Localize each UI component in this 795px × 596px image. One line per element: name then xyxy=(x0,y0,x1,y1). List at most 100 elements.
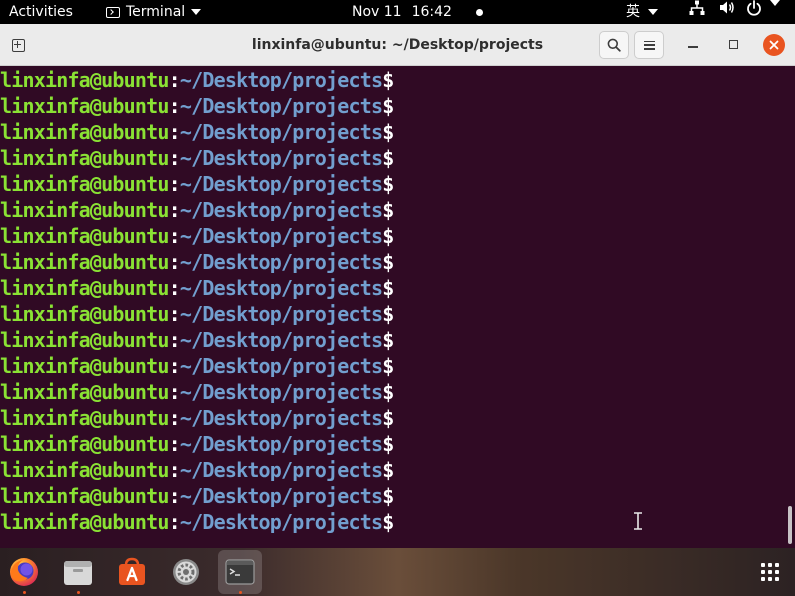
dock-firefox[interactable] xyxy=(2,550,46,594)
prompt-separator: : xyxy=(168,510,181,534)
prompt-separator: : xyxy=(168,302,181,326)
prompt-separator: : xyxy=(168,380,181,404)
input-method-menu[interactable]: 英 xyxy=(626,0,658,24)
terminal-line: linxinfa@ubuntu:~/Desktop/projects$ xyxy=(0,457,394,483)
running-indicator xyxy=(23,591,26,594)
prompt-path: ~/Desktop/projects xyxy=(179,172,383,196)
prompt-path: ~/Desktop/projects xyxy=(179,354,383,378)
maximize-button[interactable] xyxy=(729,40,738,49)
prompt-separator: : xyxy=(168,68,181,92)
software-icon xyxy=(119,557,145,585)
prompt-symbol: $ xyxy=(382,276,394,300)
minimize-button[interactable] xyxy=(688,46,698,48)
prompt-user: linxinfa@ubuntu xyxy=(0,172,169,196)
prompt-symbol: $ xyxy=(382,146,394,170)
prompt-user: linxinfa@ubuntu xyxy=(0,146,169,170)
prompt-symbol: $ xyxy=(382,432,394,456)
prompt-separator: : xyxy=(168,484,181,508)
prompt-separator: : xyxy=(168,406,181,430)
dock-files[interactable] xyxy=(56,550,100,594)
prompt-symbol: $ xyxy=(382,484,394,508)
prompt-symbol: $ xyxy=(382,172,394,196)
prompt-separator: : xyxy=(168,432,181,456)
terminal-icon xyxy=(106,6,120,18)
dock-terminal[interactable] xyxy=(218,550,262,594)
prompt-user: linxinfa@ubuntu xyxy=(0,510,169,534)
prompt-separator: : xyxy=(168,120,181,144)
terminal-line: linxinfa@ubuntu:~/Desktop/projects$ xyxy=(0,353,394,379)
terminal-headerbar: linxinfa@ubuntu: ~/Desktop/projects xyxy=(0,24,795,66)
prompt-symbol: $ xyxy=(382,120,394,144)
prompt-separator: : xyxy=(168,224,181,248)
prompt-symbol: $ xyxy=(382,302,394,326)
prompt-user: linxinfa@ubuntu xyxy=(0,432,169,456)
prompt-user: linxinfa@ubuntu xyxy=(0,328,169,352)
prompt-symbol: $ xyxy=(382,94,394,118)
running-indicator xyxy=(77,591,80,594)
chevron-down-icon xyxy=(648,9,658,15)
terminal-line: linxinfa@ubuntu:~/Desktop/projects$ xyxy=(0,93,394,119)
prompt-separator: : xyxy=(168,250,181,274)
terminal-line: linxinfa@ubuntu:~/Desktop/projects$ xyxy=(0,197,394,223)
prompt-path: ~/Desktop/projects xyxy=(179,250,383,274)
prompt-symbol: $ xyxy=(382,224,394,248)
prompt-symbol: $ xyxy=(382,198,394,222)
chevron-down-icon[interactable] xyxy=(770,0,780,6)
new-tab-button[interactable] xyxy=(4,32,32,58)
terminal-icon xyxy=(225,559,255,585)
prompt-user: linxinfa@ubuntu xyxy=(0,224,169,248)
prompt-symbol: $ xyxy=(382,406,394,430)
firefox-icon xyxy=(10,558,38,586)
dock-software[interactable] xyxy=(110,550,154,594)
prompt-separator: : xyxy=(168,172,181,196)
prompt-user: linxinfa@ubuntu xyxy=(0,458,169,482)
activities-button[interactable]: Activities xyxy=(9,0,73,24)
app-menu-label: Terminal xyxy=(126,4,186,20)
terminal-line: linxinfa@ubuntu:~/Desktop/projects$ xyxy=(0,145,394,171)
prompt-symbol: $ xyxy=(382,510,394,534)
prompt-separator: : xyxy=(168,276,181,300)
terminal-line: linxinfa@ubuntu:~/Desktop/projects$ xyxy=(0,249,394,275)
terminal-line: linxinfa@ubuntu:~/Desktop/projects$ xyxy=(0,171,394,197)
search-button[interactable] xyxy=(599,31,629,59)
prompt-user: linxinfa@ubuntu xyxy=(0,94,169,118)
prompt-path: ~/Desktop/projects xyxy=(179,146,383,170)
app-menu[interactable]: Terminal xyxy=(106,0,202,24)
terminal-lines: linxinfa@ubuntu:~/Desktop/projects$ linxi… xyxy=(0,67,394,535)
terminal-line: linxinfa@ubuntu:~/Desktop/projects$ xyxy=(0,509,394,535)
menu-button[interactable] xyxy=(634,31,664,59)
prompt-user: linxinfa@ubuntu xyxy=(0,250,169,274)
clock[interactable]: Nov 11 16:42 xyxy=(352,0,483,24)
prompt-separator: : xyxy=(168,328,181,352)
dock-settings[interactable] xyxy=(164,550,208,594)
terminal-line: linxinfa@ubuntu:~/Desktop/projects$ xyxy=(0,327,394,353)
notification-dot-icon xyxy=(475,8,483,16)
search-icon xyxy=(607,38,621,52)
desktop-screen: Activities Terminal Nov 11 16:42 英 linxi… xyxy=(0,0,795,596)
show-applications-button[interactable] xyxy=(748,550,792,594)
prompt-path: ~/Desktop/projects xyxy=(179,458,383,482)
scrollbar-thumb[interactable] xyxy=(788,506,792,544)
terminal-output[interactable]: linxinfa@ubuntu:~/Desktop/projects$ linxi… xyxy=(0,66,795,548)
network-icon[interactable] xyxy=(689,0,705,16)
prompt-path: ~/Desktop/projects xyxy=(179,94,383,118)
close-icon xyxy=(769,40,779,50)
hamburger-icon xyxy=(643,40,655,50)
prompt-symbol: $ xyxy=(382,250,394,274)
clock-date: Nov 11 xyxy=(352,4,402,20)
prompt-path: ~/Desktop/projects xyxy=(179,432,383,456)
prompt-symbol: $ xyxy=(382,68,394,92)
chevron-down-icon xyxy=(191,9,202,15)
clock-time: 16:42 xyxy=(411,4,452,20)
prompt-path: ~/Desktop/projects xyxy=(179,224,383,248)
close-button[interactable] xyxy=(763,34,785,56)
prompt-symbol: $ xyxy=(382,458,394,482)
power-icon[interactable] xyxy=(746,0,762,16)
running-indicator xyxy=(239,591,242,594)
prompt-user: linxinfa@ubuntu xyxy=(0,120,169,144)
show-applications-icon xyxy=(761,563,779,581)
prompt-symbol: $ xyxy=(382,380,394,404)
terminal-line: linxinfa@ubuntu:~/Desktop/projects$ xyxy=(0,275,394,301)
volume-icon[interactable] xyxy=(719,0,735,15)
prompt-user: linxinfa@ubuntu xyxy=(0,198,169,222)
